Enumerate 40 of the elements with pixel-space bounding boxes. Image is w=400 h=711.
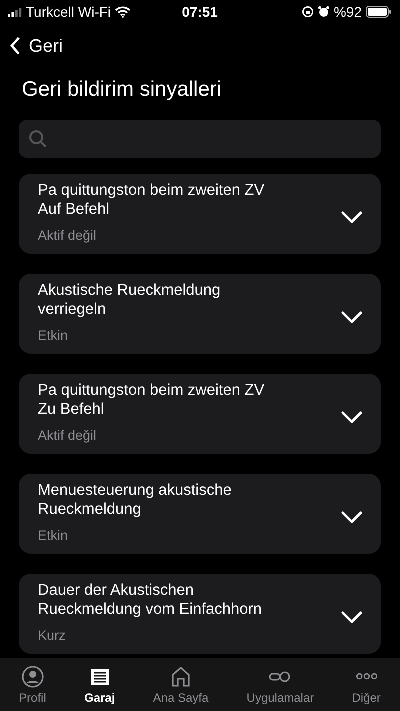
tab-bar-item[interactable]: Uygulamalar	[246, 662, 314, 706]
clock-time: 07:51	[182, 2, 218, 22]
setting-card[interactable]: Dauer der Akustischen Rueckmeldung vom Einfachhorn Kurz	[19, 574, 381, 654]
tab-bar-item[interactable]: Profil	[19, 662, 46, 706]
setting-card[interactable]: Pa quittungston beim zweiten ZV Auf Befehl Aktif değil	[19, 174, 381, 254]
setting-title: Pa quittungston beim zweiten ZV Zu Befehl	[38, 381, 265, 419]
setting-title: Menuesteuerung akustische Rueckmeldung	[38, 481, 232, 519]
setting-value: Aktif değil	[38, 427, 98, 445]
chevron-down-icon	[341, 511, 363, 524]
setting-value: Etkin	[38, 327, 70, 345]
battery-percent: %92	[334, 2, 362, 22]
setting-card[interactable]: Pa quittungston beim zweiten ZV Zu Befehl Aktif değil	[19, 374, 381, 454]
person-icon	[20, 664, 45, 688]
chevron-down-icon	[341, 211, 363, 224]
search-icon	[29, 130, 47, 148]
setting-title: Akustische Rueckmeldung verriegeln	[38, 281, 221, 319]
chevron-down-icon	[341, 411, 363, 424]
chevron-down-icon	[341, 611, 363, 624]
setting-value: Etkin	[38, 527, 70, 545]
tab-bar-item[interactable]: Diğer	[352, 662, 381, 706]
page-title: Geri bildirim sinyalleri	[21, 77, 223, 103]
signal-icon	[8, 8, 22, 16]
rotation-lock-icon	[302, 6, 314, 18]
setting-value: Kurz	[38, 627, 67, 645]
search-field[interactable]	[19, 120, 381, 158]
carrier-name: Turkcell Wi-Fi	[26, 2, 112, 22]
setting-card[interactable]: Menuesteuerung akustische Rueckmeldung Etkin	[19, 474, 381, 554]
alarm-icon	[318, 6, 330, 18]
chevron-left-icon	[10, 37, 21, 55]
setting-value: Aktif değil	[38, 227, 98, 245]
chevron-down-icon	[341, 311, 363, 324]
wifi-icon	[115, 6, 132, 18]
more-icon	[356, 673, 378, 680]
setting-title: Dauer der Akustischen Rueckmeldung vom Einfachhorn	[38, 581, 262, 619]
setting-card[interactable]: Akustische Rueckmeldung verriegeln Etkin	[19, 274, 381, 354]
tab-bar-item[interactable]: Garaj	[84, 662, 116, 706]
back-button[interactable]: Geri	[10, 32, 64, 60]
setting-title: Pa quittungston beim zweiten ZV Auf Befehl	[38, 181, 265, 219]
tab-bar-item[interactable]: Ana Sayfa	[153, 662, 209, 706]
battery-icon	[366, 6, 392, 18]
